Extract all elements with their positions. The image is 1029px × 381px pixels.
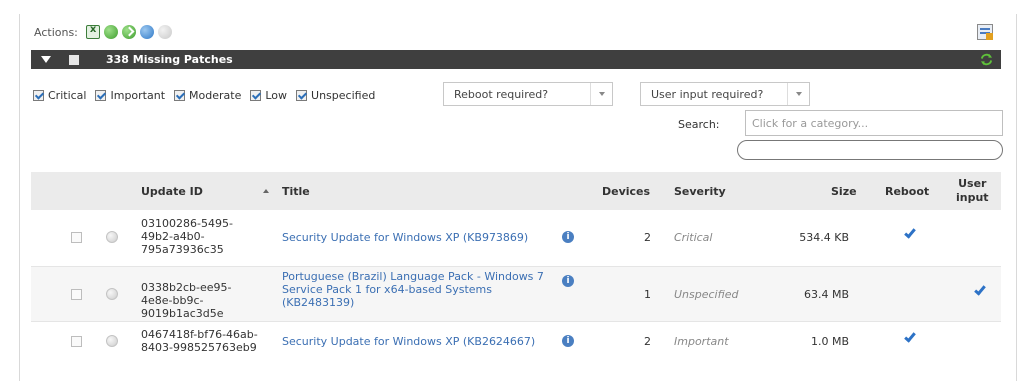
missing-patches-count: 338 Missing Patches: [106, 53, 233, 66]
filter-low-label: Low: [265, 89, 288, 102]
status-circle-icon: [106, 288, 118, 300]
blue-circle-icon[interactable]: [139, 25, 154, 39]
chevron-down-icon[interactable]: [787, 83, 809, 105]
filter-low[interactable]: Low: [250, 89, 287, 102]
filter-moderate-label: Moderate: [189, 89, 242, 102]
row-checkbox[interactable]: [71, 289, 82, 300]
column-update-id[interactable]: Update ID: [141, 172, 269, 210]
excel-export-icon[interactable]: [85, 24, 100, 39]
info-icon[interactable]: i: [562, 231, 574, 243]
chevron-down-icon[interactable]: [590, 83, 612, 105]
reboot-check-icon: [904, 330, 916, 343]
column-severity[interactable]: Severity: [674, 172, 726, 210]
row-size: 1.0 MB: [810, 335, 849, 348]
filter-moderate[interactable]: Moderate: [174, 89, 241, 102]
row-update-id: 0467418f-bf76-46ab-8403-998525763eb9: [141, 328, 258, 354]
patches-header-bar: 338 Missing Patches: [31, 50, 1001, 69]
filter-unspecified[interactable]: Unspecified: [296, 89, 375, 102]
sort-asc-icon[interactable]: [262, 189, 269, 193]
column-reboot-label: Reboot: [885, 184, 930, 198]
row-devices: 2: [644, 335, 651, 348]
refresh-icon[interactable]: [980, 53, 993, 66]
filter-critical[interactable]: Critical: [33, 89, 86, 102]
column-user-input-label: User input: [956, 177, 989, 204]
row-title-link[interactable]: Portuguese (Brazil) Language Pack - Wind…: [282, 270, 552, 309]
filter-important-label: Important: [110, 89, 166, 102]
filter-unspecified-checkbox[interactable]: [296, 90, 308, 101]
column-user-input[interactable]: User input: [956, 172, 989, 210]
filter-unspecified-label: Unspecified: [311, 89, 376, 102]
info-icon[interactable]: i: [562, 335, 574, 347]
status-circle-icon: [106, 231, 118, 243]
column-severity-label: Severity: [674, 184, 726, 198]
column-size[interactable]: Size: [831, 172, 857, 210]
table-row[interactable]: 03100286-5495-49b2-a4b0-795a73936c35 Sec…: [31, 210, 1001, 266]
table-header: Update ID Title Devices Severity Size Re…: [31, 172, 1001, 210]
reboot-required-select-value: Reboot required?: [454, 87, 549, 101]
actions-toolbar: Actions:: [34, 24, 172, 40]
severity-filters: Critical Important Moderate Low Unspecif…: [33, 89, 384, 102]
reboot-check-icon: [904, 226, 916, 239]
column-settings-icon[interactable]: [977, 24, 993, 40]
actions-label: Actions:: [34, 25, 78, 39]
column-devices-label: Devices: [602, 184, 651, 198]
filter-low-checkbox[interactable]: [250, 90, 262, 101]
select-all-checkbox[interactable]: [69, 54, 79, 65]
row-update-id: 03100286-5495-49b2-a4b0-795a73936c35: [141, 217, 233, 256]
search-label: Search:: [678, 118, 720, 131]
filter-critical-label: Critical: [48, 89, 87, 102]
row-checkbox[interactable]: [71, 336, 82, 347]
filter-critical-checkbox[interactable]: [33, 90, 44, 101]
column-size-label: Size: [831, 184, 857, 198]
info-icon[interactable]: i: [562, 275, 574, 287]
row-title-link[interactable]: Security Update for Windows XP (KB262466…: [282, 335, 562, 348]
row-title-link[interactable]: Security Update for Windows XP (KB973869…: [282, 231, 552, 244]
table-row[interactable]: 0467418f-bf76-46ab-8403-998525763eb9 Sec…: [31, 322, 1001, 368]
search-placeholder: Click for a category...: [752, 116, 869, 130]
grey-circle-icon[interactable]: [157, 25, 172, 39]
green-circle-icon[interactable]: [103, 25, 118, 39]
filter-important-checkbox[interactable]: [95, 90, 107, 101]
row-devices: 2: [644, 231, 651, 244]
row-devices: 1: [644, 288, 651, 301]
row-update-id: 0338b2cb-ee95-4e8e-bb9c-9019b1ac3d5e: [141, 281, 232, 320]
row-severity: Important: [674, 335, 729, 348]
reboot-required-select[interactable]: Reboot required?: [443, 82, 613, 106]
collapse-triangle-icon[interactable]: [41, 56, 51, 63]
filter-moderate-checkbox[interactable]: [174, 90, 186, 101]
row-size: 63.4 MB: [803, 288, 849, 301]
column-devices[interactable]: Devices: [602, 172, 650, 210]
column-reboot[interactable]: Reboot: [885, 172, 929, 210]
search-category-input[interactable]: Click for a category...: [745, 110, 1003, 136]
column-title-label: Title: [282, 184, 310, 198]
user-input-check-icon: [974, 283, 986, 296]
table-row[interactable]: 0338b2cb-ee95-4e8e-bb9c-9019b1ac3d5e Por…: [31, 266, 1001, 322]
column-update-id-label: Update ID: [141, 184, 203, 198]
status-circle-icon: [106, 335, 118, 347]
row-severity: Critical: [674, 231, 713, 244]
user-input-required-select[interactable]: User input required?: [640, 82, 810, 106]
row-severity: Unspecified: [674, 288, 739, 301]
search-text-input[interactable]: [737, 140, 1003, 160]
user-input-required-select-value: User input required?: [651, 87, 764, 101]
row-checkbox[interactable]: [71, 232, 82, 243]
row-size: 534.4 KB: [799, 231, 849, 244]
column-title[interactable]: Title: [282, 172, 310, 210]
green-check-circle-icon[interactable]: [121, 25, 136, 39]
filter-important[interactable]: Important: [95, 89, 165, 102]
